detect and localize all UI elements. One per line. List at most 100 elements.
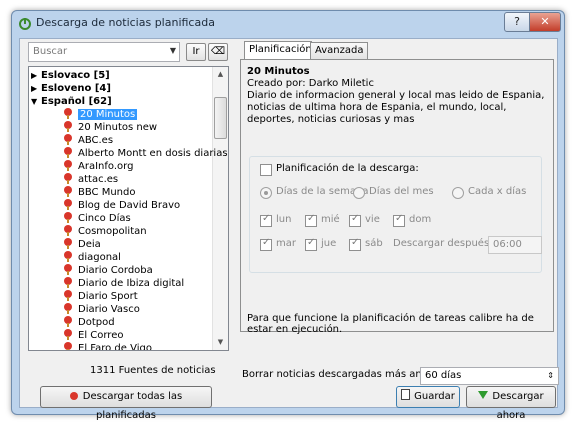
scroll-down-icon[interactable]: ▼ [213,335,228,350]
day-mie-label: mié [321,214,340,225]
recipe-list-item[interactable]: AraInfo.org [63,160,133,173]
calibre-app-icon [19,18,31,30]
recipe-label: 20 Minutos [78,109,138,120]
close-button[interactable]: ✕ [529,12,561,32]
recipe-list-item[interactable]: Dotpod [63,316,115,329]
news-pin-icon [63,277,73,288]
radio-days-of-month[interactable] [353,187,365,199]
recipe-list-item[interactable]: Diario Vasco [63,303,140,316]
news-pin-icon [63,342,73,350]
dialog-window: Descarga de noticias planificada ? ✕ Bus… [11,10,565,421]
recipe-list-item[interactable]: Diario Cordoba [63,264,153,277]
dialog-client: Buscar ▼ Ir ⌫ ▲ ▼ ▶ Eslovaco [5] ▶ Esloveno… [19,38,559,421]
news-pin-icon [63,134,73,145]
scroll-up-icon[interactable]: ▲ [213,67,228,82]
news-pin-icon [63,238,73,249]
tree-category[interactable]: ▶ Eslovaco [5] [31,69,110,82]
recipe-list-item[interactable]: ABC.es [63,134,113,147]
day-lun-checkbox[interactable] [260,213,272,227]
day-mar-checkbox[interactable] [260,237,272,251]
recipe-list-item[interactable]: El Faro de Vigo [63,342,152,351]
recipe-list-item[interactable]: 20 Minutos new [63,121,157,134]
help-button[interactable]: ? [504,12,530,32]
spin-icon[interactable]: ⇕ [547,368,554,384]
news-pin-icon [63,108,73,119]
day-dom-checkbox[interactable] [393,213,405,227]
news-pin-icon [63,121,73,132]
recipe-list-item[interactable]: Diario de Ibiza digital [63,277,184,290]
recipe-list-item[interactable]: Deia [63,238,101,251]
pin-icon [69,392,78,400]
recipe-list-item[interactable]: Alberto Montt en dosis diarias [63,147,228,160]
day-vie-label: vie [365,214,380,225]
expanded-arrow-icon[interactable]: ▼ [31,95,41,108]
recipe-list-item[interactable]: diagonal [63,251,121,264]
news-pin-icon [63,316,73,327]
collapsed-arrow-icon[interactable]: ▶ [31,69,41,82]
schedule-group: Planificación de la descarga: Días de la… [249,156,542,273]
recipe-list-item[interactable]: Cosmopolitan [63,225,147,238]
day-jue-checkbox[interactable] [305,237,317,251]
recipe-label: Diario de Ibiza digital [78,278,185,289]
tree-category[interactable]: ▼ Español [62] [31,95,112,108]
recipe-tree[interactable]: ▲ ▼ ▶ Eslovaco [5] ▶ Esloveno [4] ▼ Español [… [28,66,229,351]
tab-avanzada[interactable]: Avanzada [310,42,368,59]
tree-category-label: Esloveno [4] [41,83,111,94]
tree-category-label: Español [62] [41,96,112,107]
news-pin-icon [63,160,73,171]
enable-schedule-label: Planificación de la descarga: [276,163,419,174]
scroll-thumb[interactable] [214,97,227,139]
recipe-label: El Faro de Vigo [78,343,152,351]
chevron-down-icon[interactable]: ▼ [170,46,176,55]
tree-category[interactable]: ▶ Esloveno [4] [31,82,111,95]
recipe-label: attac.es [78,174,119,185]
recipe-list-item[interactable]: Diario Sport [63,290,138,303]
download-after-time[interactable]: 06:00 [488,236,542,254]
day-dom-label: dom [409,214,432,225]
tab-planificacion[interactable]: Planificación [244,41,312,59]
news-pin-icon [63,225,73,236]
delete-older-select[interactable]: 60 días ⇕ [420,367,559,385]
recipe-list-item[interactable]: Cinco Días [63,212,131,225]
download-all-scheduled-button[interactable]: Descargar todas las planificadas [40,386,212,421]
day-vie-checkbox[interactable] [349,213,361,227]
collapsed-arrow-icon[interactable]: ▶ [31,82,41,95]
save-button[interactable]: Guardar [396,386,460,408]
tree-scrollbar[interactable]: ▲ ▼ [212,67,228,350]
schedule-panel: 20 Minutos Creado por: Darko Miletic Dia… [240,59,554,335]
day-sab-label: sáb [365,238,383,249]
day-sab-checkbox[interactable] [349,237,361,251]
enable-schedule-checkbox[interactable] [260,164,272,176]
save-label: Guardar [414,391,455,402]
clear-search-button[interactable]: ⌫ [208,43,228,61]
recipe-label: diagonal [78,252,121,263]
recipe-label: AraInfo.org [78,161,134,172]
day-mar-label: mar [276,238,296,249]
source-count: 1311 Fuentes de noticias [90,365,216,376]
news-pin-icon [63,264,73,275]
day-lun-label: lun [276,214,292,225]
recipe-label: Alberto Montt en dosis diarias [78,148,228,159]
news-pin-icon [63,303,73,314]
recipe-list-item[interactable]: Blog de David Bravo [63,199,180,212]
download-now-button[interactable]: Descargar ahora [466,386,556,421]
search-input[interactable]: Buscar ▼ [28,42,180,62]
download-all-label: Descargar todas las planificadas [82,391,183,421]
news-pin-icon [63,173,73,184]
recipe-label: Cosmopolitan [78,226,147,237]
news-pin-icon [63,251,73,262]
radio-days-of-month-label: Días del mes [369,186,434,197]
recipe-list-item[interactable]: attac.es [63,173,118,186]
recipe-list-item[interactable]: El Correo [63,329,123,342]
search-placeholder: Buscar [33,46,68,57]
radio-days-of-week[interactable] [260,187,272,199]
recipe-label: Diario Sport [78,291,138,302]
recipe-list-item[interactable]: BBC Mundo [63,186,135,199]
recipe-list-item[interactable]: 20 Minutos [63,108,138,121]
go-button[interactable]: Ir [186,43,206,61]
recipe-label: 20 Minutos new [78,122,158,133]
news-pin-icon [63,199,73,210]
day-mie-checkbox[interactable] [305,213,317,227]
radio-every-x-days[interactable] [452,187,464,199]
recipe-title: 20 Minutos [247,66,310,77]
